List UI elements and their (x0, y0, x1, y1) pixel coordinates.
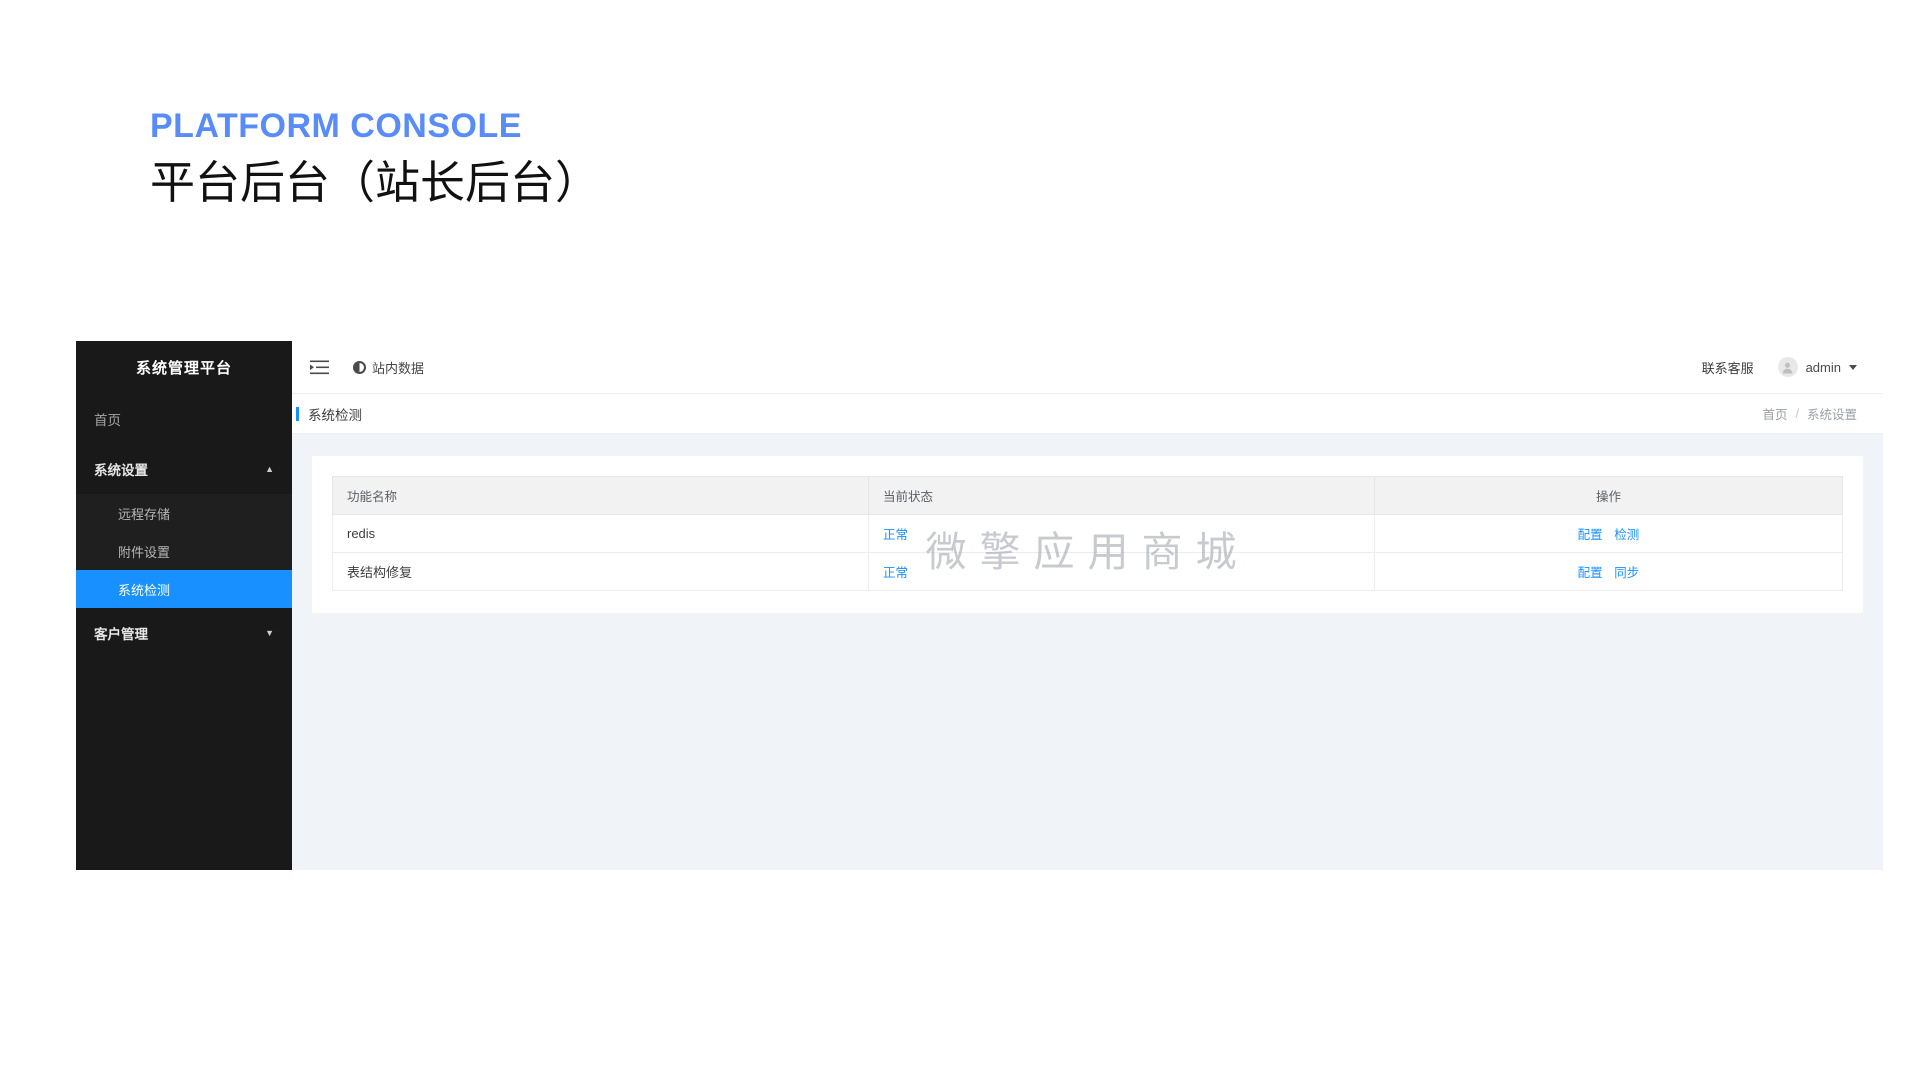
cell-status: 正常 (868, 552, 1375, 591)
page-title-label: 系统检测 (308, 407, 362, 423)
slide-heading: PLATFORM CONSOLE 平台后台（站长后台） (150, 107, 601, 212)
table-row: redis 正常 配置 检测 (331, 514, 1844, 553)
sidebar-group-label: 系统设置 (94, 463, 148, 478)
user-menu[interactable]: admin (1777, 357, 1857, 377)
sidebar-submenu-system-settings: 远程存储 附件设置 系统检测 (76, 494, 292, 608)
breadcrumb-item-home[interactable]: 首页 (1762, 404, 1787, 423)
sidebar-item-remote-storage[interactable]: 远程存储 (76, 494, 292, 532)
menu-collapse-icon[interactable] (310, 360, 329, 375)
table-header-row: 功能名称 当前状态 操作 (331, 476, 1844, 515)
cell-feature-name: redis (331, 514, 870, 553)
system-check-table: 功能名称 当前状态 操作 redis 正常 配置 检测 表结构修复 正常 配置 … (331, 476, 1844, 591)
sidebar-brand: 系统管理平台 (135, 360, 232, 377)
breadcrumb-item-system-settings[interactable]: 系统设置 (1807, 404, 1857, 423)
chevron-down-icon: ▼ (265, 627, 274, 638)
table-head: 功能名称 当前状态 操作 (331, 476, 1844, 515)
column-header-name: 功能名称 (331, 476, 870, 515)
sidebar-item-label: 首页 (94, 413, 121, 428)
sidebar-item-attachment-settings[interactable]: 附件设置 (76, 532, 292, 570)
chevron-up-icon: ▲ (265, 463, 274, 474)
site-data-label: 站内数据 (372, 360, 425, 376)
page-title: 系统检测 (292, 404, 362, 424)
action-configure-link[interactable]: 配置 (1578, 528, 1603, 542)
page-header-bar: 系统检测 首页 / 系统设置 (292, 394, 1883, 434)
table-row: 表结构修复 正常 配置 同步 (331, 552, 1844, 591)
user-name-label: admin (1805, 359, 1841, 375)
cell-actions: 配置 同步 (1373, 552, 1844, 591)
action-check-link[interactable]: 检测 (1614, 528, 1639, 542)
sidebar: 系统管理平台 首页 系统设置 ▲ 远程存储 附件设置 系统检测 客户管理 ▼ (76, 341, 292, 870)
topbar: 站内数据 联系客服 admin (292, 341, 1883, 394)
slide-kicker: PLATFORM CONSOLE (150, 107, 522, 145)
admin-console-window: 系统管理平台 首页 系统设置 ▲ 远程存储 附件设置 系统检测 客户管理 ▼ 站… (76, 341, 1883, 870)
main-panel: 站内数据 联系客服 admin 系统检测 首页 / 系统设置 功能名称 当前状态… (292, 341, 1883, 870)
sidebar-group-label: 客户管理 (94, 627, 148, 642)
sidebar-group-customer-management[interactable]: 客户管理 ▼ (76, 608, 292, 658)
content-area: 功能名称 当前状态 操作 redis 正常 配置 检测 表结构修复 正常 配置 … (292, 434, 1883, 613)
user-avatar-icon (1777, 357, 1798, 377)
breadcrumb-separator: / (1795, 406, 1799, 421)
cell-status: 正常 (868, 514, 1375, 553)
system-check-card: 功能名称 当前状态 操作 redis 正常 配置 检测 表结构修复 正常 配置 … (312, 456, 1863, 613)
sidebar-subitem-label: 附件设置 (118, 544, 171, 560)
column-header-status: 当前状态 (868, 476, 1375, 515)
action-configure-link[interactable]: 配置 (1578, 566, 1603, 580)
status-badge: 正常 (883, 566, 909, 580)
sidebar-subitem-label: 系统检测 (118, 582, 171, 598)
table-body: redis 正常 配置 检测 表结构修复 正常 配置 同步 (331, 514, 1844, 591)
slide-headline: 平台后台（站长后台） (150, 157, 601, 209)
status-badge: 正常 (883, 528, 909, 542)
sidebar-group-system-settings[interactable]: 系统设置 ▲ (76, 444, 292, 494)
topbar-right-group: 联系客服 admin (1702, 357, 1857, 377)
cell-feature-name: 表结构修复 (331, 552, 870, 591)
column-header-actions: 操作 (1373, 476, 1844, 515)
sidebar-item-system-check[interactable]: 系统检测 (76, 570, 292, 608)
site-data-button[interactable]: 站内数据 (353, 358, 424, 377)
breadcrumb: 首页 / 系统设置 (1762, 404, 1857, 423)
cell-actions: 配置 检测 (1373, 514, 1844, 553)
sidebar-subitem-label: 远程存储 (118, 506, 171, 522)
action-sync-link[interactable]: 同步 (1614, 566, 1639, 580)
caret-down-icon (1849, 364, 1857, 370)
contact-support-link[interactable]: 联系客服 (1702, 358, 1754, 377)
contrast-half-circle-icon (353, 360, 366, 374)
sidebar-item-home[interactable]: 首页 (76, 394, 292, 444)
title-accent-bar (296, 406, 299, 421)
